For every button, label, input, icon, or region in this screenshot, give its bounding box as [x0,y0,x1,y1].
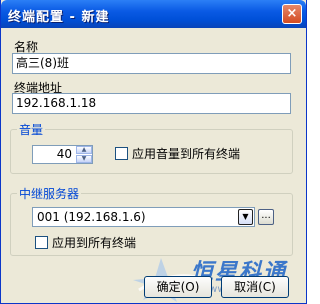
volume-spinner[interactable]: 40 ▲ ▼ [32,145,93,164]
volume-group-title: 音量 [17,121,46,138]
relay-server-selected: 001 (192.168.1.6) [37,210,146,224]
apply-relay-all-checkbox[interactable] [35,236,48,249]
chevron-down-icon[interactable]: ▼ [238,209,253,225]
name-input[interactable]: 高三(8)班 [12,53,291,74]
ok-button[interactable]: 确定(O) [144,276,212,298]
volume-value: 40 [56,147,72,161]
apply-relay-all-label: 应用到所有终端 [52,236,137,250]
relay-server-group-title: 中继服务器 [17,185,82,202]
terminal-config-dialog: 终端配置 - 新建 × 名称 高三(8)班 终端地址 192.168.1.18 … [0,0,307,304]
close-icon: × [286,6,298,21]
apply-volume-all-checkbox[interactable] [115,147,128,160]
title-bar: 终端配置 - 新建 × [1,0,306,28]
window-title: 终端配置 - 新建 [8,10,110,25]
apply-volume-all-label: 应用音量到所有终端 [132,147,241,161]
spin-up-icon[interactable]: ▲ [76,146,92,154]
close-button[interactable]: × [282,4,302,24]
spin-down-icon[interactable]: ▼ [76,155,92,163]
cancel-button[interactable]: 取消(C) [221,276,289,298]
relay-browse-button[interactable]: ... [258,209,274,225]
terminal-address-input[interactable]: 192.168.1.18 [12,93,291,114]
relay-server-select[interactable]: 001 (192.168.1.6) ▼ [32,207,255,227]
volume-spin-buttons: ▲ ▼ [76,146,92,163]
